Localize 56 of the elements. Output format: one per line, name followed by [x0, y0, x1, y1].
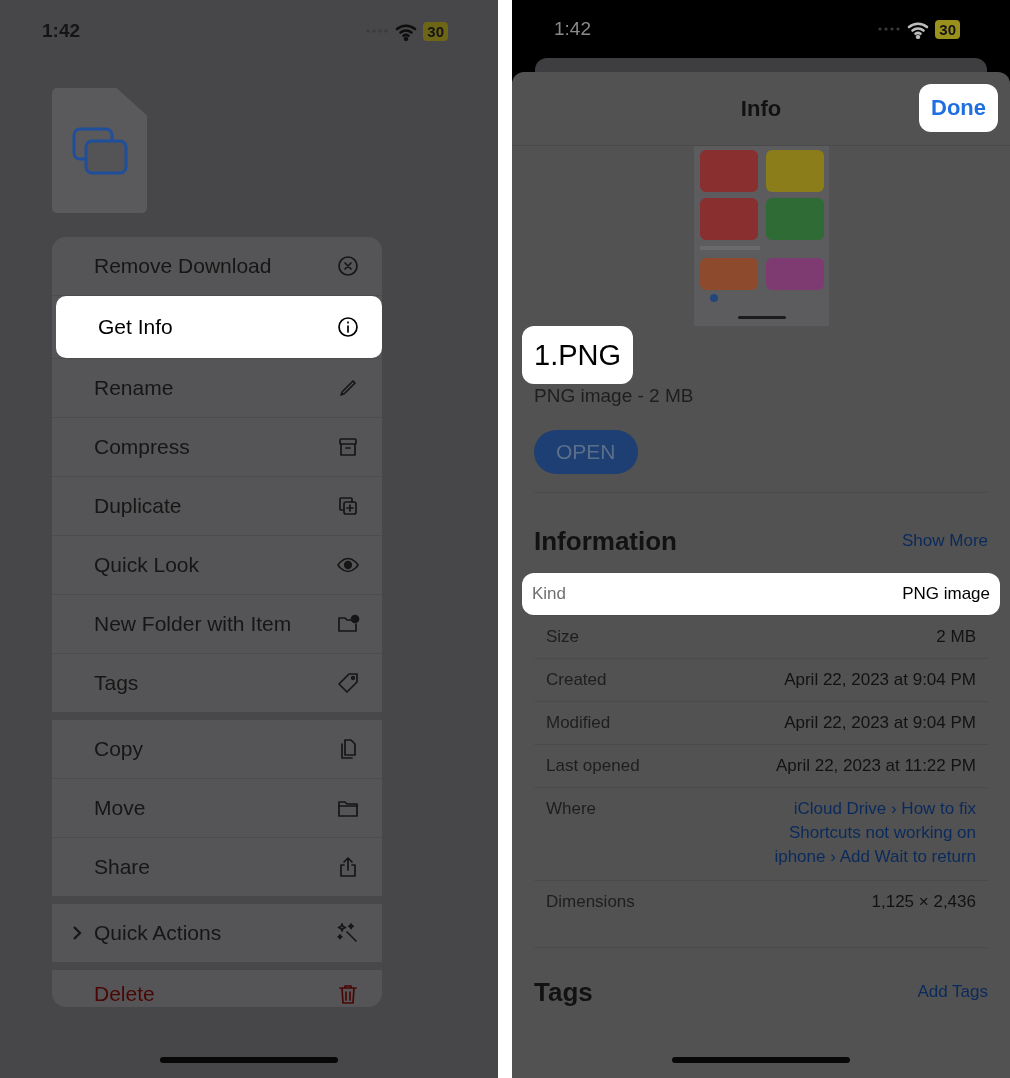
show-more-link[interactable]: Show More: [902, 531, 988, 551]
section-heading: Information: [534, 525, 677, 557]
chevron-icon: [72, 925, 82, 941]
info-value: April 22, 2023 at 9:04 PM: [784, 713, 976, 733]
menu-item-label: Move: [94, 796, 146, 820]
menu-item-label: Quick Actions: [94, 921, 222, 945]
wifi-icon: [907, 19, 930, 39]
add-tags-link[interactable]: Add Tags: [917, 982, 988, 1002]
menu-item-label: Duplicate: [94, 494, 182, 518]
menu-item-label: Tags: [94, 671, 139, 695]
menu-item-label: Copy: [94, 737, 144, 761]
duplicate-icon: [336, 494, 360, 518]
open-button[interactable]: OPEN: [534, 430, 638, 474]
menu-item[interactable]: Duplicate: [52, 477, 382, 535]
menu-item-label: Delete: [94, 982, 155, 1006]
menu-item[interactable]: Get Info: [56, 296, 382, 358]
menu-item[interactable]: Move: [52, 779, 382, 837]
info-value: 1,125 × 2,436: [871, 892, 976, 912]
archive-box-icon: [336, 435, 360, 459]
menu-item[interactable]: Quick Look: [52, 536, 382, 594]
menu-item[interactable]: Tags: [52, 654, 382, 712]
status-time: 1:42: [554, 18, 591, 40]
menu-item[interactable]: Copy: [52, 720, 382, 778]
file-name: 1.PNG: [522, 326, 634, 384]
battery-indicator: 30: [935, 19, 960, 39]
menu-item[interactable]: Compress: [52, 418, 382, 476]
info-value: April 22, 2023 at 11:22 PM: [775, 756, 976, 776]
info-value: April 22, 2023 at 9:04 PM: [784, 670, 976, 690]
wifi-icon: [395, 21, 418, 41]
battery-indicator: 30: [423, 21, 448, 41]
info-icon: [336, 315, 360, 339]
menu-item[interactable]: Share: [52, 838, 382, 896]
close-icon: [336, 254, 360, 278]
menu-item[interactable]: New Folder with Item: [52, 595, 382, 653]
menu-item[interactable]: Delete: [52, 970, 382, 1004]
folder-path-link[interactable]: iCloud Drive › How to fix Shortcuts not working on iphone › Add Wait to return: [761, 797, 976, 869]
windows-icon: [71, 126, 128, 175]
info-value: 2 MB: [936, 627, 976, 647]
menu-item[interactable]: Quick Actions: [52, 904, 382, 962]
trash-icon: [336, 982, 360, 1006]
done-button[interactable]: Done: [919, 84, 998, 132]
sheet-title: Info: [740, 95, 782, 122]
menu-item-label: Remove Download: [94, 254, 272, 278]
section-heading: Tags: [534, 976, 593, 1008]
menu-item-label: Share: [94, 855, 151, 879]
menu-item-label: Rename: [94, 376, 174, 400]
menu-item[interactable]: Remove Download: [52, 237, 382, 295]
menu-item-label: Get Info: [98, 315, 173, 339]
tag-icon: [336, 671, 360, 695]
menu-item[interactable]: Rename: [52, 359, 382, 417]
magic-wand-icon: [336, 921, 360, 945]
menu-item-label: New Folder with Item: [94, 612, 292, 636]
menu-item-label: Compress: [94, 435, 190, 459]
info-label: Kind: [532, 584, 567, 604]
menu-item-label: Quick Look: [94, 553, 200, 577]
info-value: PNG image: [902, 584, 990, 604]
